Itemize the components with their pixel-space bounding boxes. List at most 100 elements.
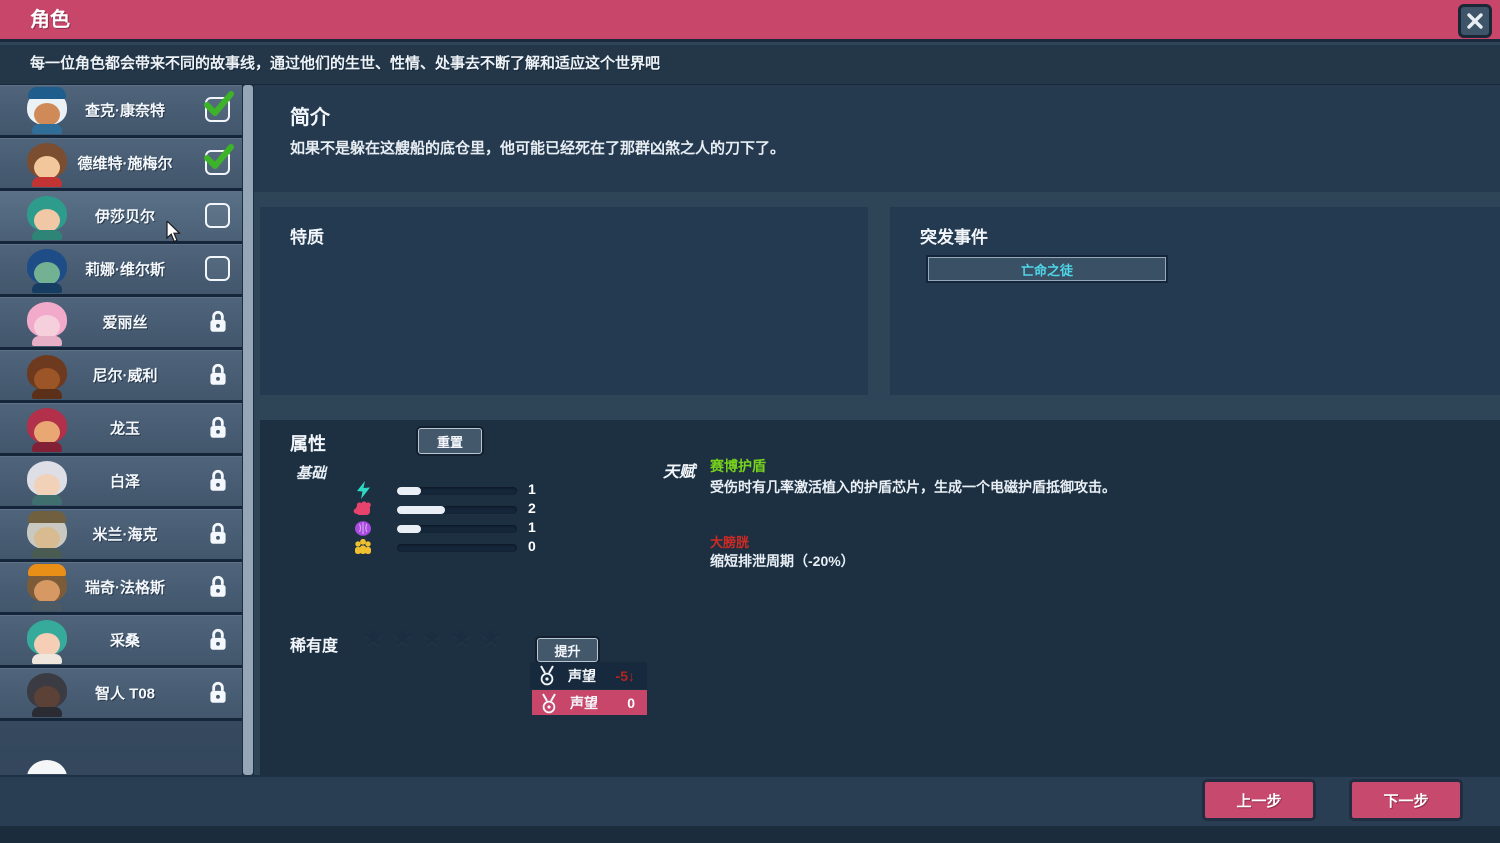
character-name: 采桑: [68, 630, 182, 651]
debuff-description: 缩短排泄周期（-20%）: [710, 551, 855, 571]
lock-icon: [207, 309, 229, 335]
stat-bar[interactable]: [397, 525, 517, 533]
character-avatar: [24, 300, 70, 346]
character-row[interactable]: 米兰·海克: [0, 509, 242, 562]
talent-name: 赛博护盾: [710, 456, 766, 476]
talent-description: 受伤时有几率激活植入的护盾芯片，生成一个电磁护盾抵御攻击。: [710, 477, 1350, 497]
character-avatar: [24, 459, 70, 505]
close-button[interactable]: [1458, 4, 1492, 38]
lock-icon: [207, 680, 229, 706]
event-item-button[interactable]: 亡命之徒: [928, 257, 1166, 281]
reputation-current-row: 声望 0: [532, 690, 647, 715]
intro-title: 简介: [290, 101, 330, 130]
lock-status: [205, 415, 231, 441]
character-name: 莉娜·维尔斯: [68, 259, 182, 280]
lock-icon: [207, 362, 229, 388]
lock-status: [205, 521, 231, 547]
reputation-medal-icon: [539, 693, 559, 715]
stat-bar[interactable]: [397, 506, 517, 514]
attributes-title: 属性: [290, 430, 326, 456]
character-avatar: [24, 406, 70, 452]
base-stats-label: 基础: [296, 462, 326, 483]
checkbox-unchecked[interactable]: [205, 203, 231, 229]
checkbox[interactable]: [205, 256, 230, 281]
stat-value: 1: [528, 519, 536, 535]
social-icon: [352, 536, 374, 558]
character-name: 查克·康奈特: [68, 100, 182, 121]
character-row[interactable]: 查克·康奈特: [0, 85, 242, 138]
character-window: 角色 每一位角色都会带来不同的故事线，通过他们的生世、性情、处事去不断了解和适应…: [0, 0, 1500, 843]
character-avatar: [24, 671, 70, 717]
window-header: 角色: [0, 0, 1500, 42]
character-row[interactable]: 龙玉: [0, 403, 242, 456]
intro-text: 如果不是躲在这艘船的底仓里，他可能已经死在了那群凶煞之人的刀下了。: [290, 137, 785, 158]
lock-icon: [207, 468, 229, 494]
window-bottom-edge: [0, 826, 1500, 843]
character-row[interactable]: 瑞奇·法格斯: [0, 562, 242, 615]
character-name: 爱丽丝: [68, 312, 182, 333]
character-avatar: [24, 512, 70, 558]
lock-status: [205, 309, 231, 335]
character-row[interactable]: 莉娜·维尔斯: [0, 244, 242, 297]
character-row[interactable]: 爱丽丝: [0, 297, 242, 350]
upgrade-button[interactable]: 提升: [537, 638, 598, 662]
stat-value: 1: [528, 481, 536, 497]
stat-row: 0: [352, 539, 672, 558]
lock-status: [205, 362, 231, 388]
stat-bar-fill: [397, 525, 421, 533]
stat-row: 2: [352, 501, 672, 520]
reset-button[interactable]: 重置: [418, 428, 482, 454]
check-icon: [203, 143, 235, 173]
traits-title: 特质: [290, 223, 324, 248]
check-icon: [203, 90, 235, 120]
star-empty-icon: ★: [480, 624, 509, 652]
star-empty-icon: ★: [362, 624, 391, 652]
checkbox-checked[interactable]: [205, 97, 231, 123]
character-avatar: [24, 618, 70, 664]
character-list: 查克·康奈特德维特·施梅尔伊莎贝尔莉娜·维尔斯爱丽丝尼尔·威利龙玉白泽米兰·海克…: [0, 85, 242, 810]
next-step-button[interactable]: 下一步: [1349, 779, 1463, 821]
lock-status: [205, 627, 231, 653]
events-title: 突发事件: [920, 223, 988, 248]
stat-bar[interactable]: [397, 487, 517, 495]
character-row[interactable]: 尼尔·威利: [0, 350, 242, 403]
reputation-cost-value: -5↓: [616, 668, 635, 684]
page-title: 角色: [30, 0, 70, 40]
character-avatar: [24, 194, 70, 240]
checkbox-unchecked[interactable]: [205, 256, 231, 282]
checkbox-checked[interactable]: [205, 150, 231, 176]
lock-icon: [207, 627, 229, 653]
character-row[interactable]: 智人 T08: [0, 668, 242, 721]
star-empty-icon: ★: [421, 624, 450, 652]
intro-section: 简介 如果不是躲在这艘船的底仓里，他可能已经死在了那群凶煞之人的刀下了。: [254, 85, 1500, 192]
stat-value: 2: [528, 500, 536, 516]
character-avatar: [24, 353, 70, 399]
stat-row: 1: [352, 520, 672, 539]
reputation-medal-icon: [537, 665, 557, 687]
stat-bar-fill: [397, 487, 421, 495]
character-name: 米兰·海克: [68, 524, 182, 545]
talent-label: 天赋: [663, 458, 695, 482]
scrollbar[interactable]: [242, 85, 254, 810]
character-row[interactable]: 采桑: [0, 615, 242, 668]
traits-panel: 特质: [260, 207, 868, 395]
character-row[interactable]: 伊莎贝尔: [0, 191, 242, 244]
character-name: 智人 T08: [68, 683, 182, 704]
character-name: 白泽: [68, 471, 182, 492]
scrollbar-thumb[interactable]: [243, 85, 253, 775]
checkbox[interactable]: [205, 203, 230, 228]
stat-bar[interactable]: [397, 544, 517, 552]
character-avatar: [24, 88, 70, 134]
stat-bar-fill: [397, 506, 445, 514]
character-row: [0, 721, 242, 774]
character-name: 瑞奇·法格斯: [68, 577, 182, 598]
character-avatar: [24, 565, 70, 611]
star-empty-icon: ★: [391, 624, 420, 652]
character-name: 尼尔·威利: [68, 365, 182, 386]
character-row[interactable]: 白泽: [0, 456, 242, 509]
base-stats-list: 1 2 1 0: [352, 482, 672, 558]
character-avatar: [24, 758, 70, 774]
previous-step-button[interactable]: 上一步: [1202, 779, 1316, 821]
character-avatar: [24, 141, 70, 187]
character-row[interactable]: 德维特·施梅尔: [0, 138, 242, 191]
